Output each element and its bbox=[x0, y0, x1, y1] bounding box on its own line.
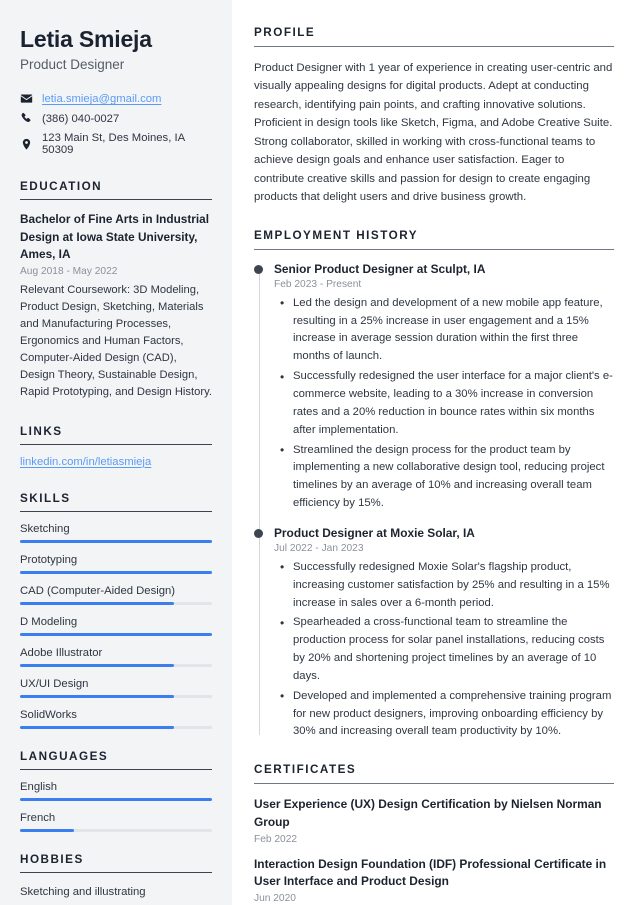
link-item-linkedin[interactable]: linkedin.com/in/letiasmieja bbox=[20, 456, 212, 468]
certificate-date: Feb 2022 bbox=[254, 833, 298, 845]
contact-phone-text: (386) 040-0027 bbox=[42, 112, 120, 125]
skill-item: Sketching bbox=[20, 523, 212, 543]
skill-level-fill bbox=[20, 694, 174, 698]
skill-item: Adobe Illustrator bbox=[20, 647, 212, 667]
skill-level-fill bbox=[20, 601, 174, 605]
main-content: PROFILE Product Designer with 1 year of … bbox=[232, 0, 640, 905]
candidate-name: Letia Smieja bbox=[20, 26, 152, 52]
certificate-title: User Experience (UX) Design Certificatio… bbox=[254, 797, 602, 829]
language-level-fill bbox=[20, 797, 212, 801]
skill-item: Prototyping bbox=[20, 554, 212, 574]
sidebar: Letia Smieja Product Designer letia.smie… bbox=[0, 0, 232, 905]
certificate-date: Jun 2020 bbox=[254, 893, 296, 905]
skill-label: Sketching bbox=[20, 522, 70, 535]
contact-email-row[interactable]: letia.smieja@gmail.com bbox=[20, 92, 212, 105]
employment-role: Product Designer at Moxie Solar, IA bbox=[274, 525, 475, 540]
employment-bullet: Developed and implemented a comprehensiv… bbox=[274, 687, 614, 742]
skill-label: Prototyping bbox=[20, 553, 78, 566]
language-item: French bbox=[20, 812, 212, 832]
profile-heading: PROFILE bbox=[254, 26, 614, 47]
skill-label: D Modeling bbox=[20, 615, 78, 628]
skill-level-track bbox=[20, 694, 212, 698]
links-heading: LINKS bbox=[20, 425, 212, 445]
language-item: English bbox=[20, 781, 212, 801]
skills-list: Sketching Prototyping CAD (Computer-Aide… bbox=[20, 523, 212, 729]
skill-item: D Modeling bbox=[20, 616, 212, 636]
skill-level-track bbox=[20, 632, 212, 636]
education-degree: Bachelor of Fine Arts in Industrial Desi… bbox=[20, 212, 209, 261]
profile-text: Product Designer with 1 year of experien… bbox=[254, 62, 613, 204]
skill-level-fill bbox=[20, 725, 174, 729]
skill-item: SolidWorks bbox=[20, 709, 212, 729]
language-level-fill bbox=[20, 828, 74, 832]
hobby-item: Sketching and illustrating bbox=[20, 885, 146, 898]
skill-label: SolidWorks bbox=[20, 708, 77, 721]
employment-date: Jul 2022 - Jan 2023 bbox=[274, 542, 364, 554]
skill-level-track bbox=[20, 601, 212, 605]
language-level-track bbox=[20, 828, 212, 832]
education-section: EDUCATION Bachelor of Fine Arts in Indus… bbox=[20, 180, 212, 400]
profile-section: PROFILE Product Designer with 1 year of … bbox=[254, 26, 614, 207]
employment-section: EMPLOYMENT HISTORY Senior Product Design… bbox=[254, 229, 614, 742]
hobbies-section: HOBBIES Sketching and illustrating bbox=[20, 853, 212, 901]
skill-label: Adobe Illustrator bbox=[20, 646, 103, 659]
hobbies-heading: HOBBIES bbox=[20, 853, 212, 873]
links-section: LINKS linkedin.com/in/letiasmieja bbox=[20, 425, 212, 468]
employment-date: Feb 2023 - Present bbox=[274, 278, 362, 290]
languages-section: LANGUAGES English French bbox=[20, 750, 212, 832]
education-description: Relevant Coursework: 3D Modeling, Produc… bbox=[20, 283, 212, 398]
employment-entry: Product Designer at Moxie Solar, IA Jul … bbox=[254, 525, 614, 742]
employment-entry: Senior Product Designer at Sculpt, IA Fe… bbox=[254, 261, 614, 513]
employment-bullets: Successfully redesigned Moxie Solar's fl… bbox=[274, 558, 614, 742]
skill-level-fill bbox=[20, 539, 212, 543]
language-label: English bbox=[20, 780, 58, 793]
skill-level-track bbox=[20, 539, 212, 543]
skill-item: CAD (Computer-Aided Design) bbox=[20, 585, 212, 605]
certificates-heading: CERTIFICATES bbox=[254, 763, 614, 785]
contact-address-text: 123 Main St, Des Moines, IA 50309 bbox=[42, 132, 185, 157]
resume-page: Letia Smieja Product Designer letia.smie… bbox=[0, 0, 640, 905]
employment-bullets: Led the design and development of a new … bbox=[274, 294, 614, 513]
language-level-track bbox=[20, 797, 212, 801]
map-pin-icon bbox=[20, 138, 33, 151]
skill-level-fill bbox=[20, 570, 212, 574]
skill-level-track bbox=[20, 663, 212, 667]
employment-heading: EMPLOYMENT HISTORY bbox=[254, 229, 614, 250]
education-date: Aug 2018 - May 2022 bbox=[20, 265, 118, 277]
skill-label: UX/UI Design bbox=[20, 677, 89, 690]
language-label: French bbox=[20, 811, 56, 824]
languages-list: English French bbox=[20, 781, 212, 832]
employment-timeline: Senior Product Designer at Sculpt, IA Fe… bbox=[254, 262, 614, 742]
certificate-title: Interaction Design Foundation (IDF) Prof… bbox=[254, 856, 607, 889]
timeline-dot-icon bbox=[254, 529, 263, 539]
employment-role: Senior Product Designer at Sculpt, IA bbox=[274, 261, 486, 276]
skill-level-track bbox=[20, 725, 212, 729]
contact-list: letia.smieja@gmail.com (386) 040-0027 12… bbox=[20, 92, 212, 156]
skill-level-fill bbox=[20, 663, 174, 667]
skill-item: UX/UI Design bbox=[20, 678, 212, 698]
certificates-section: CERTIFICATES User Experience (UX) Design… bbox=[254, 763, 614, 904]
skills-section: SKILLS Sketching Prototyping CAD (Comput… bbox=[20, 492, 212, 729]
employment-bullet: Spearheaded a cross-functional team to s… bbox=[274, 614, 614, 685]
contact-email-link[interactable]: letia.smieja@gmail.com bbox=[42, 93, 161, 105]
employment-bullet: Led the design and development of a new … bbox=[274, 294, 614, 366]
skill-label: CAD (Computer-Aided Design) bbox=[20, 584, 176, 597]
timeline-dot-icon bbox=[254, 265, 263, 275]
employment-bullet: Successfully redesigned the user interfa… bbox=[274, 368, 614, 439]
employment-bullet: Successfully redesigned Moxie Solar's fl… bbox=[274, 558, 614, 613]
certificate-entry: Interaction Design Foundation (IDF) Prof… bbox=[254, 856, 614, 905]
skill-level-track bbox=[20, 570, 212, 574]
employment-bullet: Streamlined the design process for the p… bbox=[274, 441, 614, 513]
contact-address-row: 123 Main St, Des Moines, IA 50309 bbox=[20, 132, 212, 156]
phone-icon bbox=[20, 112, 33, 125]
certificate-entry: User Experience (UX) Design Certificatio… bbox=[254, 796, 614, 845]
skill-level-fill bbox=[20, 632, 212, 636]
envelope-icon bbox=[20, 92, 33, 105]
candidate-job-title: Product Designer bbox=[20, 57, 125, 73]
education-heading: EDUCATION bbox=[20, 180, 212, 201]
languages-heading: LANGUAGES bbox=[20, 750, 212, 770]
skills-heading: SKILLS bbox=[20, 492, 212, 512]
contact-phone-row: (386) 040-0027 bbox=[20, 112, 212, 125]
